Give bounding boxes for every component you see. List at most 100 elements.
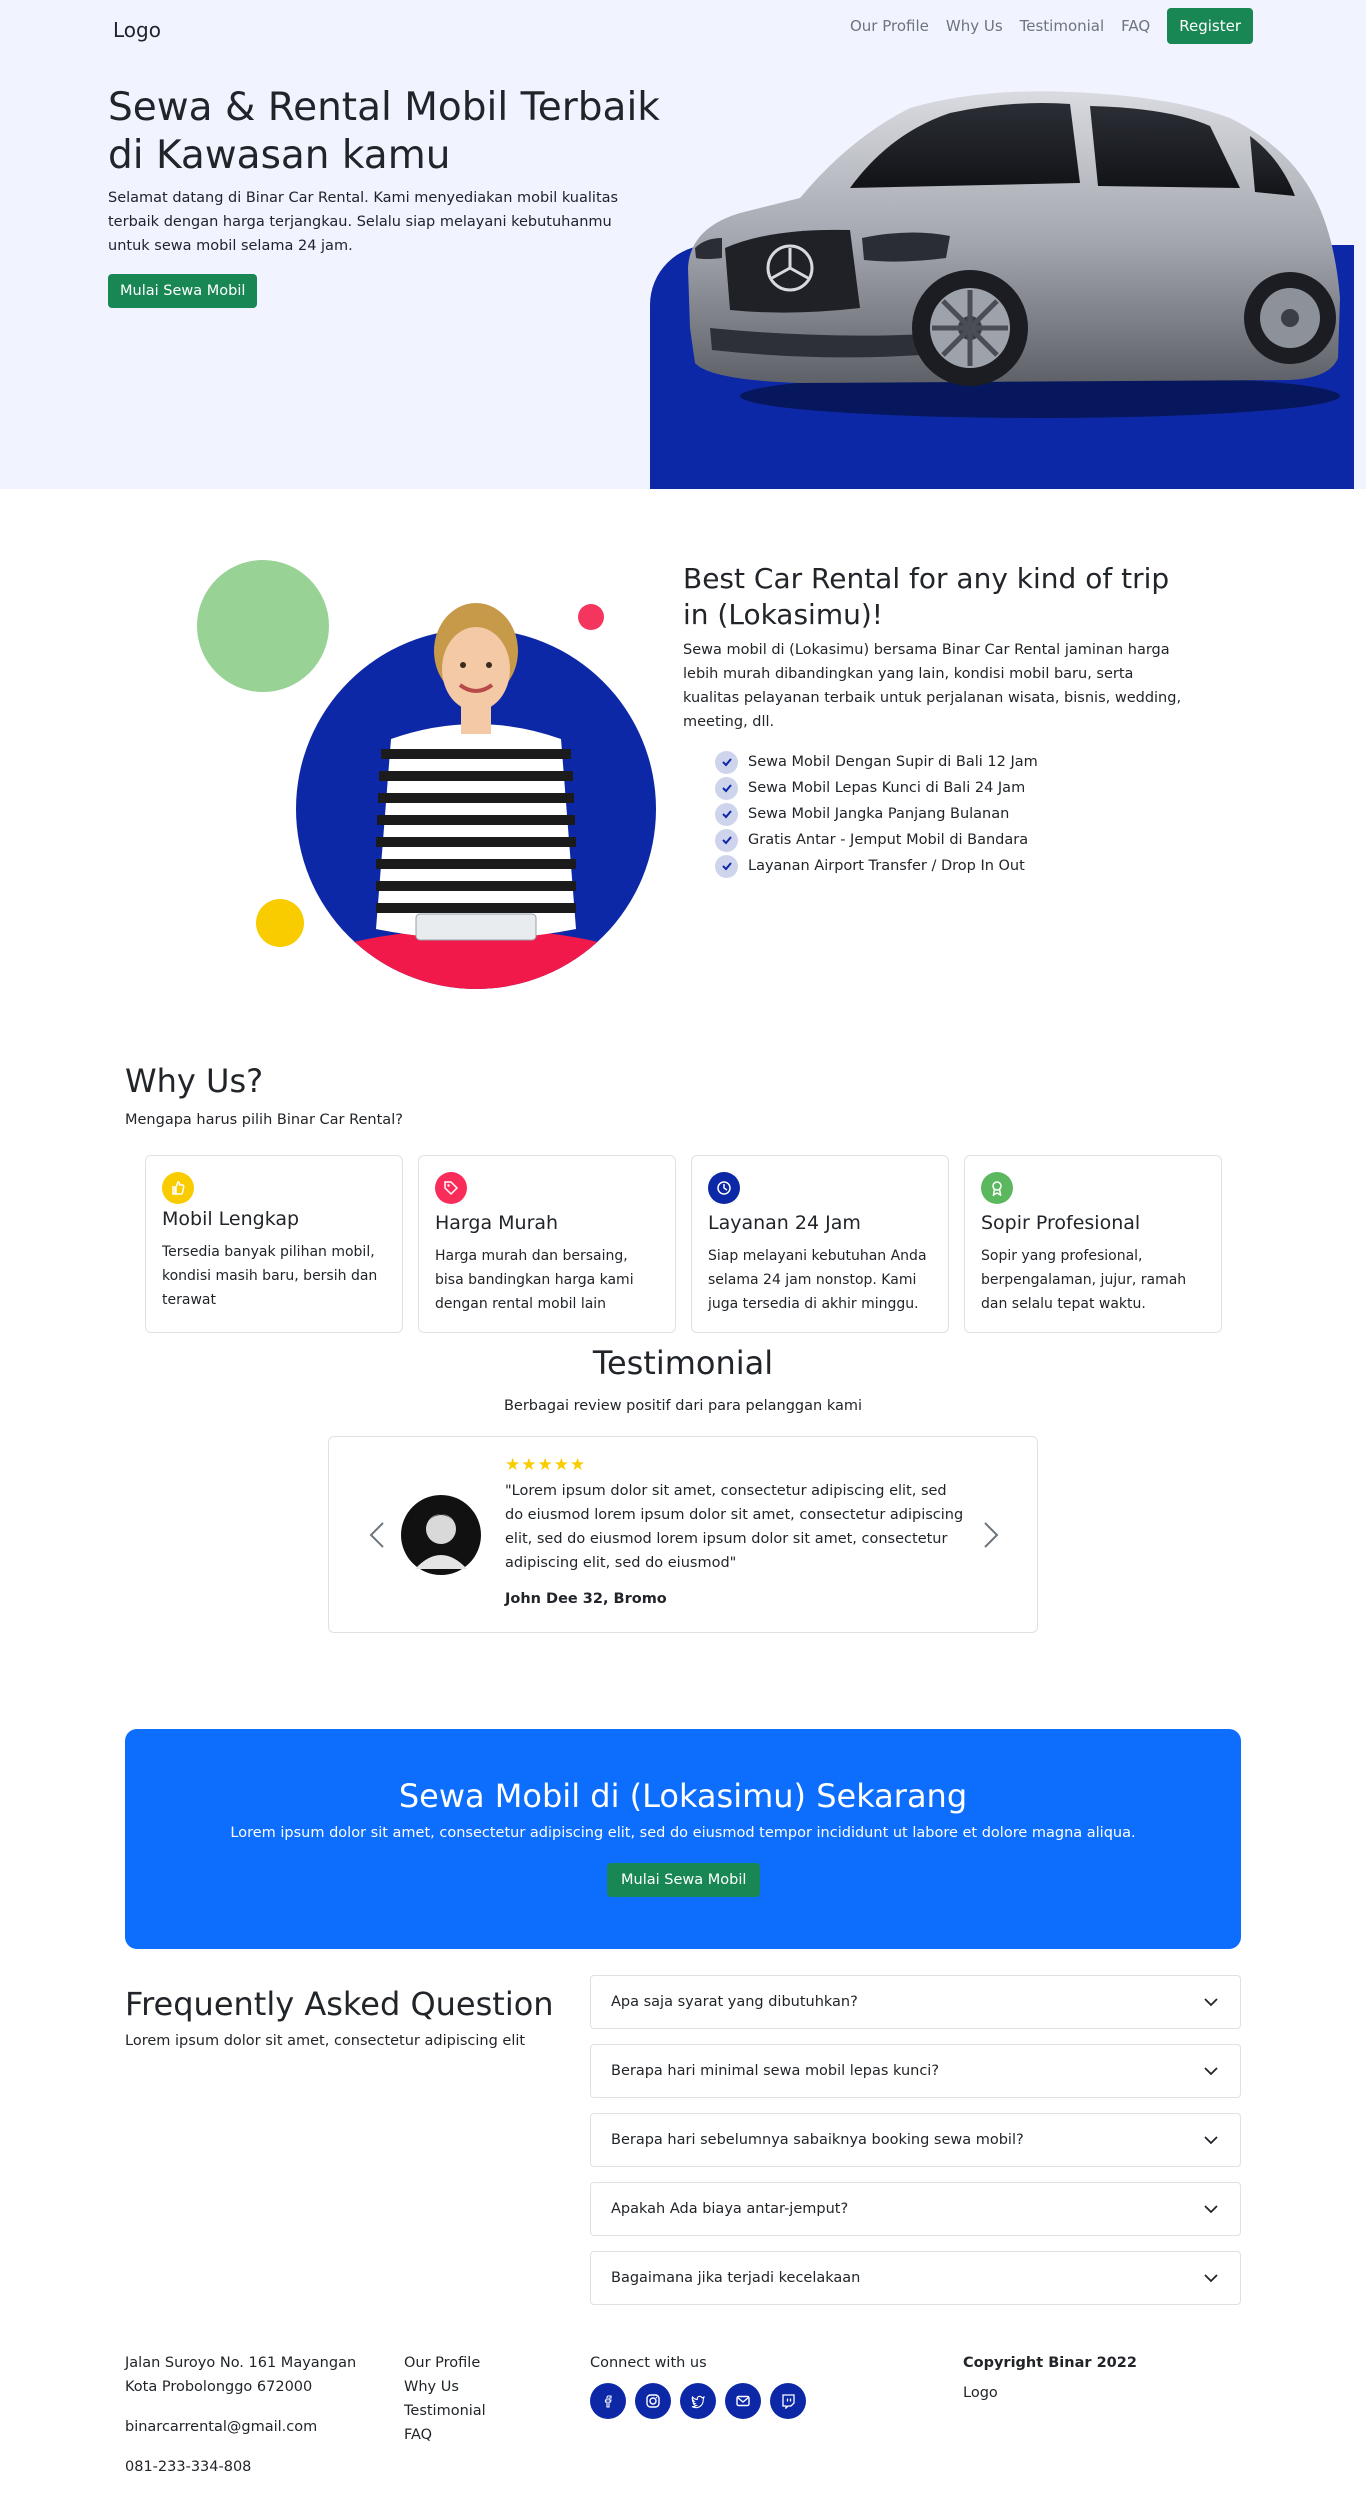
faq-question: Apa saja syarat yang dibutuhkan?	[611, 1994, 858, 2010]
testimonial-section: Testimonial Berbagai review positif dari…	[0, 1344, 1366, 1704]
faq-question: Berapa hari minimal sewa mobil lepas kun…	[611, 2063, 940, 2079]
feature-label: Sewa Mobil Lepas Kunci di Bali 24 Jam	[748, 780, 1026, 796]
hero-start-rental-button[interactable]: Mulai Sewa Mobil	[108, 274, 258, 308]
nav-link-why-us[interactable]: Why Us	[946, 17, 1003, 35]
footer-brand: Copyright Binar 2022 Logo	[963, 2351, 1137, 2405]
footer-link-faq[interactable]: FAQ	[404, 2423, 486, 2447]
navbar: Logo Our Profile Why Us Testimonial FAQ …	[0, 0, 1366, 58]
about-section: Best Car Rental for any kind of trip in …	[0, 489, 1366, 1044]
avatar	[401, 1495, 481, 1575]
hero-title: Sewa & Rental Mobil Terbaik di Kawasan k…	[108, 85, 660, 178]
mail-icon[interactable]	[725, 2383, 761, 2419]
facebook-icon[interactable]	[590, 2383, 626, 2419]
chevron-left-icon[interactable]	[365, 1515, 389, 1555]
card-text: Sopir yang profesional, berpengalaman, j…	[981, 1248, 1187, 1312]
why-card-harga-murah: Harga Murah Harga murah dan bersaing, bi…	[418, 1155, 676, 1333]
footer-address-line1: Jalan Suroyo No. 161 Mayangan	[125, 2355, 357, 2371]
feature-label: Sewa Mobil Dengan Supir di Bali 12 Jam	[748, 754, 1038, 770]
chevron-down-icon	[1204, 2136, 1218, 2145]
why-card-mobil-lengkap: Mobil Lengkap Tersedia banyak pilihan mo…	[145, 1155, 403, 1333]
cta-title: Sewa Mobil di (Lokasimu) Sekarang	[398, 1777, 968, 1815]
social-links	[590, 2383, 806, 2419]
twitch-icon[interactable]	[770, 2383, 806, 2419]
card-text: Harga murah dan bersaing, bisa bandingka…	[435, 1248, 634, 1312]
faq-item[interactable]: Berapa hari minimal sewa mobil lepas kun…	[590, 2044, 1241, 2098]
register-button[interactable]: Register	[1167, 8, 1253, 44]
nav-logo[interactable]: Logo	[113, 18, 161, 42]
card-text: Siap melayani kebutuhan Anda selama 24 j…	[708, 1248, 927, 1312]
faq-title: Frequently Asked Question	[125, 1985, 554, 2023]
testimonial-title: Testimonial	[592, 1344, 774, 1382]
check-icon	[715, 750, 738, 774]
nav-link-faq[interactable]: FAQ	[1121, 17, 1150, 35]
footer-logo[interactable]: Logo	[963, 2381, 1137, 2405]
about-title: Best Car Rental for any kind of trip in …	[683, 562, 1170, 631]
cta-banner: Sewa Mobil di (Lokasimu) Sekarang Lorem …	[125, 1729, 1241, 1949]
check-icon	[715, 776, 738, 800]
list-item: Sewa Mobil Lepas Kunci di Bali 24 Jam	[715, 775, 1038, 801]
card-title: Harga Murah	[435, 1212, 559, 1234]
footer-nav: Our Profile Why Us Testimonial FAQ	[404, 2351, 486, 2447]
check-icon	[715, 854, 738, 878]
faq-subtitle: Lorem ipsum dolor sit amet, consectetur …	[125, 2033, 526, 2049]
testimonial-quote: "Lorem ipsum dolor sit amet, consectetur…	[505, 1483, 964, 1571]
faq-question: Apakah Ada biaya antar-jemput?	[611, 2201, 849, 2217]
why-card-sopir-profesional: Sopir Profesional Sopir yang profesional…	[964, 1155, 1222, 1333]
list-item: Sewa Mobil Dengan Supir di Bali 12 Jam	[715, 749, 1038, 775]
hero-section: Logo Our Profile Why Us Testimonial FAQ …	[0, 0, 1366, 489]
list-item: Layanan Airport Transfer / Drop In Out	[715, 853, 1038, 879]
thumbs-up-icon	[162, 1172, 194, 1204]
copyright-text: Copyright Binar 2022	[963, 2355, 1137, 2371]
chevron-right-icon[interactable]	[979, 1515, 1003, 1555]
service-person-image	[296, 603, 656, 989]
feature-label: Sewa Mobil Jangka Panjang Bulanan	[748, 806, 1010, 822]
card-text: Tersedia banyak pilihan mobil, kondisi m…	[162, 1244, 378, 1308]
chevron-down-icon	[1204, 1998, 1218, 2007]
cta-start-rental-button[interactable]: Mulai Sewa Mobil	[607, 1863, 761, 1897]
card-title: Sopir Profesional	[981, 1212, 1141, 1234]
footer-social: Connect with us	[590, 2351, 806, 2419]
card-title: Layanan 24 Jam	[708, 1212, 861, 1234]
cta-text: Lorem ipsum dolor sit amet, consectetur …	[230, 1825, 1136, 1841]
feature-label: Layanan Airport Transfer / Drop In Out	[748, 858, 1025, 874]
card-title: Mobil Lengkap	[162, 1208, 300, 1230]
instagram-icon[interactable]	[635, 2383, 671, 2419]
check-icon	[715, 828, 738, 852]
why-us-section: Why Us? Mengapa harus pilih Binar Car Re…	[0, 1044, 1366, 1344]
tag-icon	[435, 1172, 467, 1204]
testimonial-subtitle: Berbagai review positif dari para pelang…	[503, 1398, 863, 1414]
why-card-layanan-24-jam: Layanan 24 Jam Siap melayani kebutuhan A…	[691, 1155, 949, 1333]
faq-item[interactable]: Bagaimana jika terjadi kecelakaan	[590, 2251, 1241, 2305]
clock-icon	[708, 1172, 740, 1204]
connect-title: Connect with us	[590, 2355, 707, 2371]
nav-links: Our Profile Why Us Testimonial FAQ Regis…	[850, 8, 1253, 44]
footer-link-our-profile[interactable]: Our Profile	[404, 2351, 486, 2375]
list-item: Gratis Antar - Jemput Mobil di Bandara	[715, 827, 1038, 853]
faq-item[interactable]: Berapa hari sebelumnya sabaiknya booking…	[590, 2113, 1241, 2167]
why-us-subtitle: Mengapa harus pilih Binar Car Rental?	[125, 1112, 403, 1128]
testimonial-author: John Dee 32, Bromo	[505, 1591, 667, 1607]
feature-label: Gratis Antar - Jemput Mobil di Bandara	[748, 832, 1029, 848]
nav-link-our-profile[interactable]: Our Profile	[850, 17, 929, 35]
hero-car-image	[688, 91, 1340, 418]
footer-email: binarcarrental@gmail.com	[125, 2419, 318, 2435]
feature-checklist: Sewa Mobil Dengan Supir di Bali 12 Jam S…	[715, 749, 1038, 879]
faq-item[interactable]: Apa saja syarat yang dibutuhkan?	[590, 1975, 1241, 2029]
nav-link-testimonial[interactable]: Testimonial	[1020, 17, 1105, 35]
award-icon	[981, 1172, 1013, 1204]
check-icon	[715, 802, 738, 826]
about-description: Sewa mobil di (Lokasimu) bersama Binar C…	[683, 642, 1182, 730]
footer-phone: 081-233-334-808	[125, 2459, 252, 2475]
footer-link-why-us[interactable]: Why Us	[404, 2375, 486, 2399]
footer: Jalan Suroyo No. 161 Mayangan Kota Probo…	[0, 2345, 1366, 2495]
faq-question: Berapa hari sebelumnya sabaiknya booking…	[611, 2132, 1024, 2148]
why-us-title: Why Us?	[125, 1062, 264, 1100]
footer-link-testimonial[interactable]: Testimonial	[404, 2399, 486, 2423]
twitter-icon[interactable]	[680, 2383, 716, 2419]
chevron-down-icon	[1204, 2274, 1218, 2283]
chevron-down-icon	[1204, 2067, 1218, 2076]
cta-section: Sewa Mobil di (Lokasimu) Sekarang Lorem …	[0, 1704, 1366, 1975]
faq-item[interactable]: Apakah Ada biaya antar-jemput?	[590, 2182, 1241, 2236]
hero-description: Selamat datang di Binar Car Rental. Kami…	[108, 190, 619, 254]
footer-address-line2: Kota Probolonggo 672000	[125, 2379, 313, 2395]
